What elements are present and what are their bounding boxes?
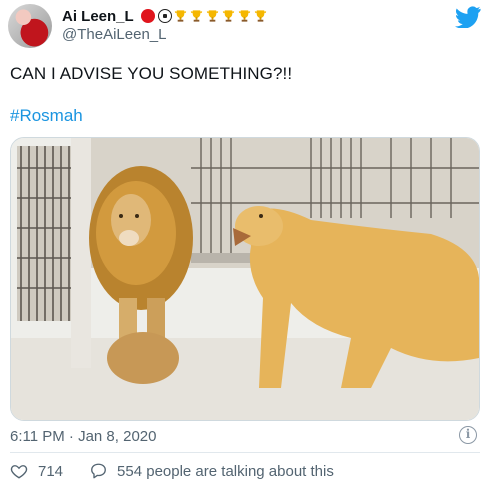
divider (10, 452, 480, 453)
speech-bubble-icon[interactable] (89, 462, 108, 480)
soccer-ball-emoji-icon (157, 9, 172, 23)
name-emojis (138, 8, 268, 24)
author-name[interactable]: Ai Leen_L (62, 8, 134, 25)
trophy-emoji-icon (238, 10, 250, 22)
author-name-row[interactable]: Ai Leen_L (62, 6, 268, 26)
trophy-emoji-icon (190, 10, 202, 22)
tweet-timestamp[interactable]: 6:11 PM · Jan 8, 2020 (10, 428, 156, 445)
heart-icon[interactable] (10, 462, 28, 480)
trophy-emoji-icon (254, 10, 266, 22)
avatar[interactable] (8, 4, 52, 48)
author-handle[interactable]: @TheAiLeen_L (62, 26, 166, 43)
like-count[interactable]: 714 (38, 463, 63, 480)
trophy-emoji-icon (206, 10, 218, 22)
hashtag-link[interactable]: #Rosmah (10, 106, 83, 126)
conversation-link[interactable]: 554 people are talking about this (117, 463, 334, 480)
twitter-bird-icon[interactable] (455, 6, 481, 28)
info-icon[interactable]: i (459, 426, 477, 444)
engagement-bar: 714 554 people are talking about this (10, 462, 334, 480)
cage-bars-left (17, 146, 73, 321)
tweet-photo[interactable] (10, 137, 480, 421)
red-circle-emoji-icon (140, 9, 155, 23)
trophy-emoji-icon (222, 10, 234, 22)
tweet-text: CAN I ADVISE YOU SOMETHING?!! (10, 64, 293, 83)
trophy-emoji-icon (174, 10, 186, 22)
lions-photo (11, 138, 479, 420)
